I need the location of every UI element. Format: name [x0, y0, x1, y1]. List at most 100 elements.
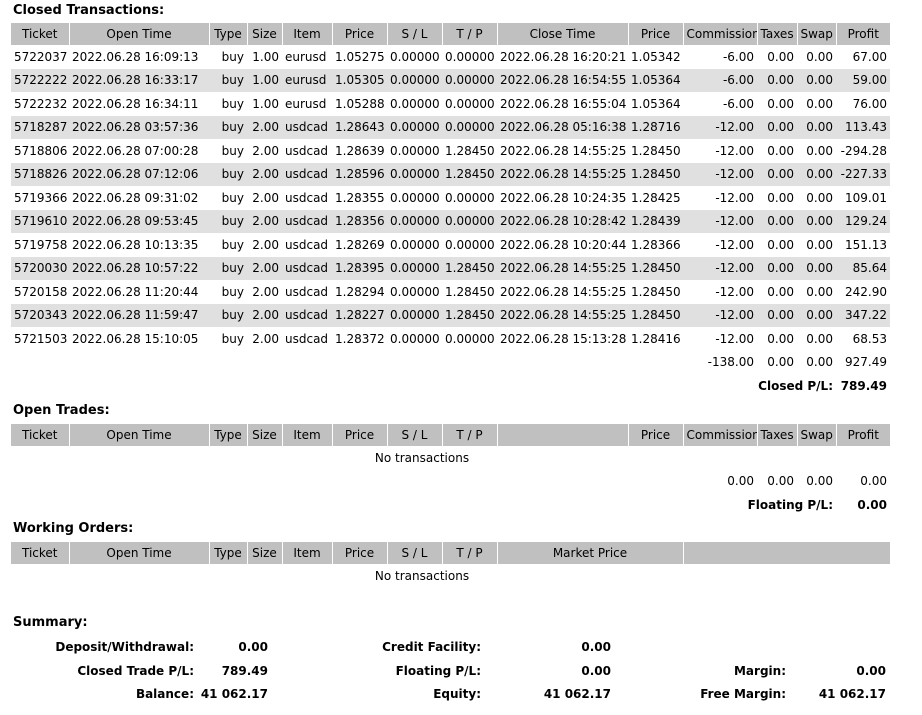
cell-price: 1.28355 [335, 190, 385, 205]
cell-type: buy [221, 143, 244, 158]
cell-taxes: 0.00 [767, 190, 794, 205]
col-type: Type [209, 23, 248, 45]
cell-sl: 0.00000 [387, 162, 442, 186]
cell-type: buy [209, 209, 247, 233]
col-open-time: Open Time [69, 424, 210, 446]
cell-ticket: 5719610 [11, 209, 69, 233]
cell-open-time: 2022.06.28 10:57:22 [69, 256, 209, 280]
cell-commission: -6.00 [683, 68, 757, 92]
cell-sl: 0.00000 [387, 68, 442, 92]
cell-commission: -6.00 [722, 49, 754, 64]
cell-sl: 0.00000 [390, 284, 440, 299]
cell-taxes: 0.00 [757, 68, 797, 92]
cell-type: buy [209, 256, 247, 280]
cell-close-price: 1.28439 [628, 209, 683, 233]
cell-close-time: 2022.06.28 14:55:25 [500, 284, 627, 299]
cell-item: eurusd [282, 68, 332, 92]
cell-price: 1.28639 [335, 143, 385, 158]
col-market-price: Market Price [497, 542, 684, 564]
cell-open-time: 2022.06.28 09:53:45 [69, 209, 209, 233]
cell-commission: -12.00 [715, 190, 754, 205]
cell-item: eurusd [285, 96, 327, 111]
closed-trade-pl-value: 789.49 [221, 664, 268, 678]
cell-price: 1.05288 [335, 96, 385, 111]
cell-taxes: 0.00 [757, 303, 797, 327]
cell-profit: 68.53 [852, 331, 887, 346]
cell-swap: 0.00 [806, 190, 833, 205]
cell-taxes: 0.00 [767, 143, 794, 158]
cell-close-time: 2022.06.28 10:24:35 [500, 190, 627, 205]
deposit-withdrawal-label: Deposit/Withdrawal: [55, 640, 194, 654]
cell-ticket: 5722232 [14, 96, 68, 111]
cell-size: 2.00 [247, 209, 282, 233]
col-commission: Commission [683, 23, 758, 45]
cell-tp: 0.00000 [442, 68, 497, 92]
deposit-withdrawal-value: 0.00 [238, 640, 268, 654]
cell-open-time: 2022.06.28 16:09:13 [72, 49, 199, 64]
col-close-price: Price [628, 23, 684, 45]
cell-ticket: 5718826 [11, 162, 69, 186]
credit-facility-value: 0.00 [581, 640, 611, 654]
cell-item: eurusd [285, 49, 327, 64]
cell-size: 2.00 [252, 143, 279, 158]
cell-close-time: 2022.06.28 10:20:44 [500, 237, 627, 252]
col-price: Price [332, 542, 388, 564]
cell-item: usdcad [282, 303, 332, 327]
col-open-time: Open Time [69, 23, 210, 45]
col-market-price: Price [628, 424, 684, 446]
closed-pl-row: Closed P/L: 789.49 [11, 374, 890, 398]
cell-close-time: 2022.06.28 16:54:55 [497, 68, 628, 92]
cell-close-price: 1.28425 [631, 190, 681, 205]
free-margin-label: Free Margin: [700, 687, 786, 701]
cell-type: buy [209, 162, 247, 186]
open-empty-row: No transactions [11, 446, 890, 470]
col-ticket: Ticket [11, 23, 70, 45]
margin-value: 0.00 [856, 664, 886, 678]
col-sl: S / L [387, 23, 443, 45]
cell-tp: 0.00000 [445, 190, 495, 205]
cell-tp: 0.00000 [445, 96, 495, 111]
col-tp: T / P [442, 23, 498, 45]
cell-taxes: 0.00 [757, 256, 797, 280]
cell-price: 1.05275 [335, 49, 385, 64]
cell-tp: 0.00000 [445, 49, 495, 64]
cell-sl: 0.00000 [387, 115, 442, 139]
cell-swap: 0.00 [806, 331, 833, 346]
cell-ticket: 5720158 [14, 284, 68, 299]
working-header-row: Ticket Open Time Type Size Item Price S … [11, 542, 890, 564]
cell-close-time: 2022.06.28 14:55:25 [497, 162, 628, 186]
col-tp: T / P [442, 424, 498, 446]
cell-commission: -12.00 [683, 303, 757, 327]
col-ticket: Ticket [11, 424, 70, 446]
cell-taxes: 0.00 [767, 284, 794, 299]
cell-swap: 0.00 [797, 256, 836, 280]
cell-close-price: 1.28450 [628, 256, 683, 280]
cell-close-time: 2022.06.28 05:16:38 [497, 115, 628, 139]
col-item: Item [282, 424, 333, 446]
free-margin-value: 41 062.17 [818, 687, 886, 701]
table-row: 5722222 2022.06.28 16:33:17 buy 1.00 eurusd 1… [11, 68, 890, 92]
cell-size: 1.00 [247, 68, 282, 92]
table-row: 5718287 2022.06.28 03:57:36 buy 2.00 usdcad 1… [11, 115, 890, 139]
open-total-profit: 0.00 [860, 474, 887, 489]
working-empty-text: No transactions [374, 568, 470, 583]
cell-swap: 0.00 [797, 68, 836, 92]
table-row: 5719758 2022.06.28 10:13:35 buy 2.00 usdcad 1… [11, 233, 890, 257]
cell-close-time: 2022.06.28 14:55:25 [497, 303, 628, 327]
cell-tp: 1.28450 [442, 162, 497, 186]
summary-title: Summary: [13, 615, 88, 630]
cell-taxes: 0.00 [757, 115, 797, 139]
cell-tp: 0.00000 [442, 115, 497, 139]
cell-taxes: 0.00 [767, 331, 794, 346]
cell-sl: 0.00000 [390, 49, 440, 64]
col-item: Item [282, 23, 333, 45]
cell-tp: 1.28450 [442, 256, 497, 280]
cell-price: 1.28372 [335, 331, 385, 346]
cell-item: usdcad [285, 284, 329, 299]
cell-close-price: 1.05364 [631, 96, 681, 111]
col-blank [683, 542, 890, 564]
cell-tp: 0.00000 [445, 237, 495, 252]
cell-taxes: 0.00 [767, 237, 794, 252]
cell-type: buy [209, 303, 247, 327]
cell-sl: 0.00000 [390, 96, 440, 111]
